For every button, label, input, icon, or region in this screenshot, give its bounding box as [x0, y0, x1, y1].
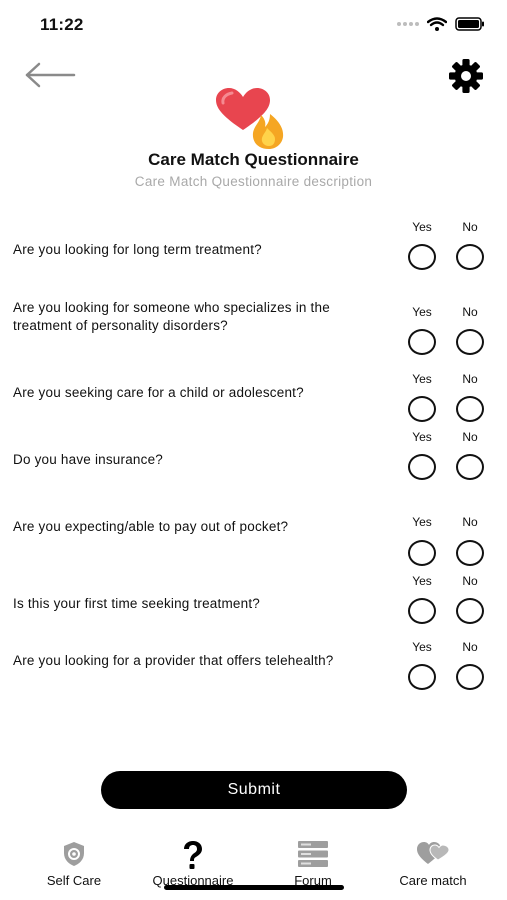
- question-text: Is this your first time seeking treatmen…: [13, 596, 260, 611]
- yes-label: Yes: [412, 372, 432, 386]
- no-radio[interactable]: [456, 598, 484, 624]
- question-mark-icon: [180, 840, 206, 875]
- yes-radio[interactable]: [408, 396, 436, 422]
- question-text: Are you looking for a provider that offe…: [13, 653, 334, 668]
- status-icons: [397, 17, 485, 31]
- gear-icon: [449, 59, 483, 93]
- home-indicator: [164, 885, 344, 890]
- no-label: No: [462, 574, 478, 588]
- yes-label: Yes: [412, 305, 432, 319]
- settings-button[interactable]: [447, 57, 485, 95]
- yes-label: Yes: [412, 430, 432, 444]
- tab-label: Self Care: [46, 873, 102, 888]
- question-text: Are you looking for long term treatment?: [13, 242, 262, 257]
- yes-radio[interactable]: [408, 244, 436, 270]
- signal-icon: [397, 22, 419, 26]
- yes-radio[interactable]: [408, 329, 436, 355]
- no-label: No: [462, 430, 478, 444]
- no-radio[interactable]: [456, 664, 484, 690]
- battery-icon: [455, 17, 485, 31]
- no-label: No: [462, 220, 478, 234]
- no-radio[interactable]: [456, 540, 484, 566]
- server-icon: [297, 840, 329, 873]
- status-time: 11:22: [40, 15, 84, 34]
- no-radio[interactable]: [456, 244, 484, 270]
- arrow-left-icon: [25, 62, 76, 88]
- wifi-icon: [427, 17, 447, 31]
- tab-forum[interactable]: Forum: [258, 832, 368, 892]
- yes-radio[interactable]: [408, 454, 436, 480]
- no-label: No: [462, 640, 478, 654]
- no-radio[interactable]: [456, 396, 484, 422]
- hearts-icon: [416, 840, 450, 871]
- yes-label: Yes: [412, 640, 432, 654]
- question-text: Are you looking for someone who speciali…: [13, 300, 330, 333]
- back-button[interactable]: [24, 60, 76, 90]
- page-description: Care Match Questionnaire description: [134, 174, 373, 189]
- no-label: No: [462, 515, 478, 529]
- page-title: Care Match Questionnaire: [148, 150, 359, 169]
- tab-care-match[interactable]: Care match: [378, 832, 488, 892]
- yes-label: Yes: [412, 574, 432, 588]
- submit-button[interactable]: Submit: [101, 771, 407, 809]
- care-match-logo: [212, 86, 296, 152]
- yes-radio[interactable]: [408, 540, 436, 566]
- tab-self-care[interactable]: Self Care: [19, 832, 129, 892]
- question-text: Do you have insurance?: [13, 452, 163, 467]
- status-bar: 11:22: [0, 0, 507, 48]
- tab-label: Care match: [399, 873, 467, 888]
- no-radio[interactable]: [456, 454, 484, 480]
- heart-flame-icon: [216, 88, 284, 149]
- yes-label: Yes: [412, 220, 432, 234]
- question-text: Are you seeking care for a child or adol…: [13, 385, 304, 400]
- yes-radio[interactable]: [408, 598, 436, 624]
- tab-questionnaire[interactable]: Questionnaire: [138, 832, 248, 892]
- no-label: No: [462, 305, 478, 319]
- no-label: No: [462, 372, 478, 386]
- yes-radio[interactable]: [408, 664, 436, 690]
- no-radio[interactable]: [456, 329, 484, 355]
- question-text: Are you expecting/able to pay out of poc…: [13, 519, 289, 534]
- shield-icon: [60, 840, 88, 873]
- yes-label: Yes: [412, 515, 432, 529]
